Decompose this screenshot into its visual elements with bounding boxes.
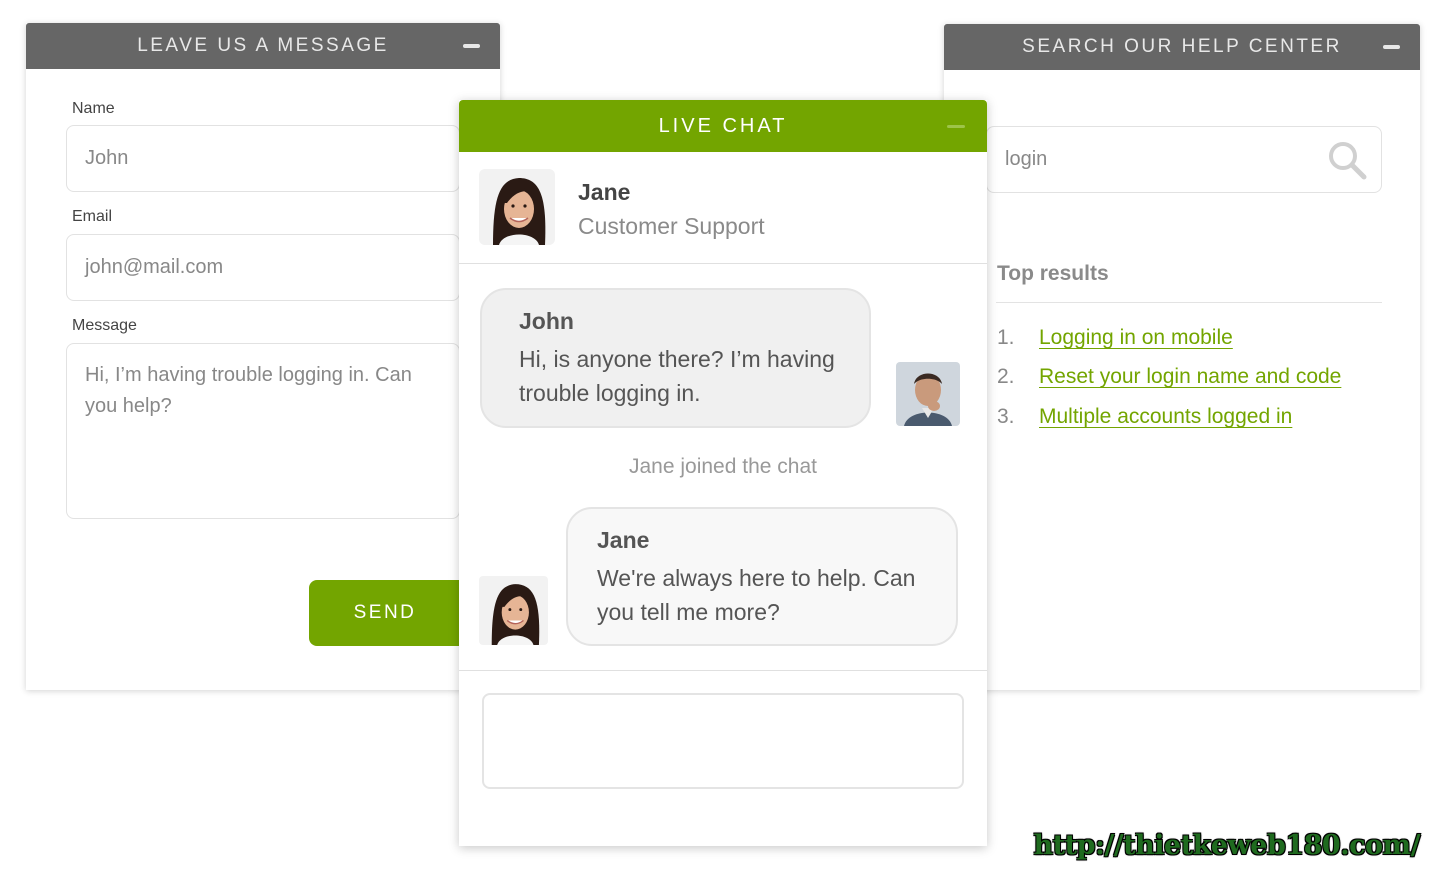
- message-sender: Jane: [597, 527, 650, 553]
- help-panel-title: SEARCH OUR HELP CENTER: [1022, 36, 1342, 57]
- chat-header: LIVE CHAT: [459, 100, 987, 152]
- email-label: Email: [72, 208, 113, 225]
- help-panel: SEARCH OUR HELP CENTER login Top results…: [944, 24, 1420, 690]
- result-number: 1.: [997, 326, 1015, 349]
- agent-role: Customer Support: [578, 213, 765, 239]
- minimize-icon[interactable]: [463, 44, 480, 48]
- avatar: [479, 169, 555, 245]
- name-field[interactable]: John: [66, 125, 460, 192]
- result-item: 1. Logging in on mobile: [997, 326, 1233, 350]
- message-sender: John: [519, 308, 574, 334]
- result-link[interactable]: Multiple accounts logged in: [1039, 405, 1292, 429]
- result-item: 3. Multiple accounts logged in: [997, 405, 1292, 429]
- message-panel-header: LEAVE US A MESSAGE: [26, 23, 500, 69]
- message-text: Hi, is anyone there? I’m having trouble …: [519, 346, 835, 406]
- message-field[interactable]: Hi, I’m having trouble logging in. Can y…: [66, 343, 460, 519]
- chat-input[interactable]: [482, 693, 964, 789]
- minimize-icon[interactable]: [947, 125, 965, 128]
- name-label: Name: [72, 100, 115, 117]
- top-results-heading: Top results: [997, 262, 1109, 285]
- message-text: We're always here to help. Can you tell …: [597, 565, 916, 625]
- search-icon[interactable]: [1327, 140, 1367, 180]
- result-link[interactable]: Reset your login name and code: [1039, 365, 1341, 389]
- send-button[interactable]: SEND: [309, 580, 461, 646]
- chat-message-agent: Jane We're always here to help. Can you …: [566, 507, 958, 646]
- message-panel: LEAVE US A MESSAGE Name John Email john@…: [26, 23, 500, 690]
- chat-title: LIVE CHAT: [658, 114, 788, 137]
- search-input[interactable]: login: [986, 126, 1382, 193]
- agent-info: Jane Customer Support: [459, 152, 987, 264]
- divider: [459, 670, 987, 671]
- divider: [996, 302, 1382, 303]
- minimize-icon[interactable]: [1383, 45, 1400, 49]
- help-panel-header: SEARCH OUR HELP CENTER: [944, 24, 1420, 70]
- message-label: Message: [72, 317, 137, 334]
- avatar: [479, 576, 548, 645]
- chat-message-user: John Hi, is anyone there? I’m having tro…: [480, 288, 871, 428]
- avatar: [896, 362, 960, 426]
- live-chat-panel: LIVE CHAT Jane Customer Support John Hi,…: [459, 100, 987, 846]
- result-number: 2.: [997, 365, 1015, 388]
- message-panel-title: LEAVE US A MESSAGE: [137, 35, 389, 56]
- email-field[interactable]: john@mail.com: [66, 234, 460, 301]
- watermark: http://thietkeweb180.com/: [1033, 830, 1421, 861]
- join-notice: Jane joined the chat: [629, 455, 817, 478]
- result-item: 2. Reset your login name and code: [997, 365, 1341, 389]
- search-value: login: [1005, 148, 1048, 170]
- result-number: 3.: [997, 405, 1015, 428]
- agent-name: Jane: [578, 179, 631, 205]
- result-link[interactable]: Logging in on mobile: [1039, 326, 1233, 350]
